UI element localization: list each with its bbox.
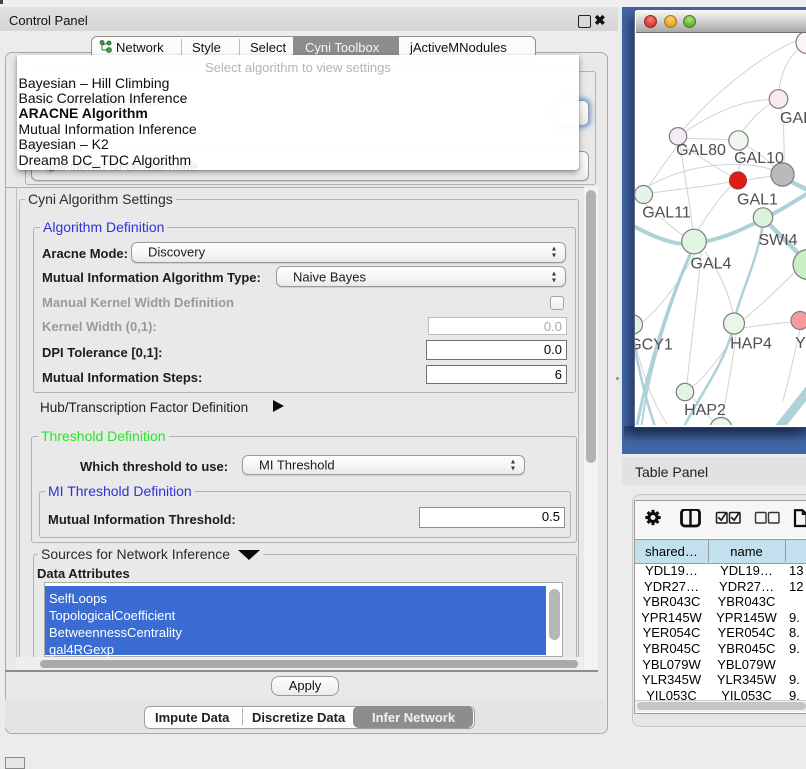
svg-text:GCY1: GCY1 <box>635 336 673 353</box>
svg-text:GAL4: GAL4 <box>691 255 732 272</box>
svg-text:HAP4: HAP4 <box>730 335 772 352</box>
svg-text:Y: Y <box>795 335 806 352</box>
svg-text:GAL7: GAL7 <box>780 110 806 127</box>
svg-text:GAL11: GAL11 <box>642 204 691 221</box>
svg-text:GAL80: GAL80 <box>676 142 726 159</box>
svg-text:GAL1: GAL1 <box>737 191 778 208</box>
svg-text:GAL10: GAL10 <box>734 150 784 167</box>
svg-text:SWI4: SWI4 <box>758 232 797 249</box>
svg-text:HAP2: HAP2 <box>684 402 726 419</box>
